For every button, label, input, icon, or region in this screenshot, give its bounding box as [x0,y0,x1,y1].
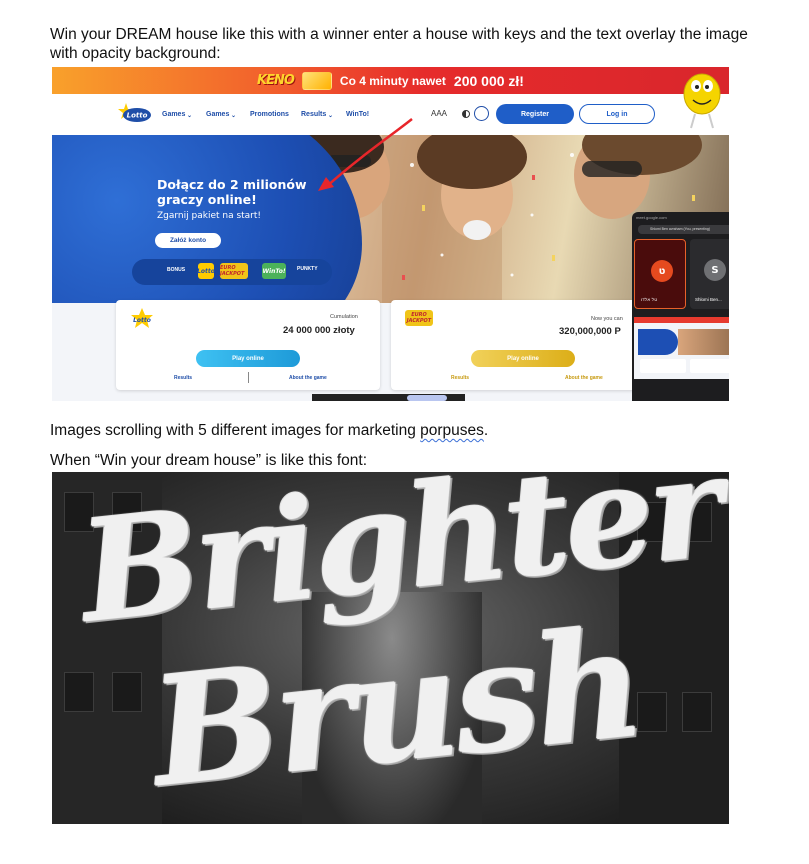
cumulation-value: 320,000,000 P [559,326,621,337]
about-game-link[interactable]: About the game [565,375,603,381]
svg-text:Lotto: Lotto [127,112,148,120]
play-online-button[interactable]: Play online [196,350,300,367]
scroll-note: Images scrolling with 5 different images… [50,421,488,440]
shared-screen-thumbnail [634,317,729,379]
cumulation-label: Now you can [591,316,623,322]
avatar: ט [651,260,673,282]
cumulation-value: 24 000 000 złoty [283,325,355,336]
participant-tile[interactable]: S Shlomi Ben... [690,239,729,309]
mascot-icon [683,73,721,129]
call-url: meet.google.com [636,215,667,220]
scrollbar-thumb[interactable] [407,395,447,401]
scroll-note-end: . [483,422,489,439]
keno-logo: KENO [257,73,295,88]
coins-icon [301,71,332,90]
link-divider [248,372,249,383]
font-size-control[interactable]: AAA [431,109,447,118]
promo-amount: 200 000 zł! [453,72,524,89]
presenter-chip: Shlomi Ben avraham (You, presenting) [638,225,729,234]
font-sample-image: Brighter Brush [52,472,729,824]
lotto-game-card: Lotto Cumulation 24 000 000 złoty Play o… [116,300,380,390]
lotto-card-logo-icon: Lotto [131,308,153,328]
login-button[interactable]: Log in [579,104,655,124]
eurojackpot-game-card: EURO JACKPOT Now you can 320,000,000 P P… [391,300,651,390]
font-note: When “Win your dream house” is like this… [50,452,368,469]
misspelled-word[interactable]: porpuses [420,422,484,439]
punkty-label: PUNKTY [297,266,318,272]
contrast-icon[interactable] [462,110,470,118]
nav-promotions[interactable]: Promotions [250,111,289,118]
bonus-label: BONUS [167,267,186,273]
promo-text: Co 4 minuty nawet [339,73,446,88]
avatar: S [704,259,726,281]
play-online-button[interactable]: Play online [471,350,575,367]
svg-text:Lotto: Lotto [133,317,151,324]
results-link[interactable]: Results [451,375,469,381]
annotation-arrow-icon [318,118,413,191]
promo-banner: KENO Co 4 minuty nawet 200 000 zł! [52,67,729,94]
nav-games-2[interactable]: Games [206,111,229,118]
scroll-note-text: Images scrolling with 5 different images… [50,422,421,439]
wallet-icon[interactable] [474,106,489,121]
hero-subtitle: Zgarnij pakiet na start! [157,211,262,221]
strip-logo-winto: WinTo! [262,263,286,279]
chevron-down-icon: ⌄ [187,113,193,119]
strip-logo-eurojackpot: EURO JACKPOT [220,263,248,279]
participant-name: טל אלדו [641,298,658,303]
eurojackpot-card-logo: EURO JACKPOT [405,310,433,326]
cumulation-label: Cumulation [330,314,358,320]
lotto-screenshot: KENO Co 4 minuty nawet 200 000 zł! Lotto… [52,67,729,401]
about-game-link[interactable]: About the game [289,375,327,381]
strip-logo-lotto: Lotto [197,263,215,279]
participant-tile[interactable]: ט טל אלדו [634,239,686,309]
participant-name: Shlomi Ben... [695,297,722,302]
lotto-logo-icon[interactable]: Lotto [118,103,152,125]
hero-title: Dołącz do 2 milionów graczy online! [157,177,307,207]
chevron-down-icon: ⌄ [231,113,237,119]
intro-paragraph: Win your DREAM house like this with a wi… [50,26,748,62]
video-call-overlay: meet.google.com Shlomi Ben avraham (You,… [632,212,729,401]
nav-games-1[interactable]: Games [162,111,185,118]
create-account-button[interactable]: Załóż konto [155,233,221,248]
register-button[interactable]: Register [496,104,574,124]
results-link[interactable]: Results [174,375,192,381]
